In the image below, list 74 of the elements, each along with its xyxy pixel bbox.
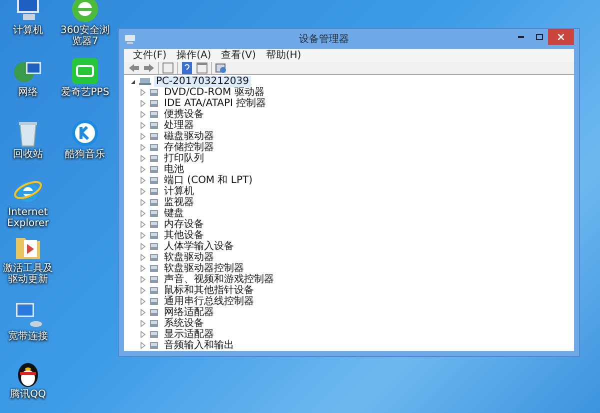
menu-item[interactable]: 文件(F): [128, 49, 172, 62]
desktop-icon-label[interactable]: 计算机: [0, 25, 56, 36]
expand-arrow-icon[interactable]: [140, 265, 146, 272]
tree-item[interactable]: PC-201703212039: [154, 76, 251, 87]
tree-item[interactable]: 便携设备: [162, 109, 206, 120]
expand-arrow-icon[interactable]: [140, 111, 146, 118]
tree-item[interactable]: 键盘: [162, 208, 186, 219]
expand-arrow-icon[interactable]: [140, 210, 146, 217]
tree-item[interactable]: 人体学输入设备: [162, 241, 236, 252]
tree-item[interactable]: DVD/CD-ROM 驱动器: [162, 87, 266, 98]
network-computer-icon: [13, 300, 43, 330]
tree-item[interactable]: 电池: [162, 164, 186, 175]
expand-arrow-icon[interactable]: [140, 342, 146, 349]
minimize-icon: [518, 36, 524, 38]
expand-arrow-icon[interactable]: [140, 122, 146, 129]
expand-arrow-icon[interactable]: [140, 188, 146, 195]
tree-item[interactable]: 计算机: [162, 186, 196, 197]
expand-arrow-icon[interactable]: [140, 331, 146, 338]
tree-item[interactable]: 声音、视频和游戏控制器: [162, 274, 276, 285]
expand-arrow-icon[interactable]: [140, 243, 146, 250]
expand-arrow-icon[interactable]: [140, 221, 146, 228]
tree-item[interactable]: 音频输入和输出: [162, 340, 236, 351]
properties-icon[interactable]: [162, 62, 174, 74]
tree-item[interactable]: 系统设备: [162, 318, 206, 329]
expand-arrow-icon[interactable]: [140, 144, 146, 151]
expand-arrow-icon[interactable]: [140, 177, 146, 184]
tree-item[interactable]: 其他设备: [162, 230, 206, 241]
help-icon[interactable]: [181, 62, 193, 74]
desktop-icon-label[interactable]: 网络: [0, 87, 56, 98]
window-icon[interactable]: [196, 62, 208, 74]
expand-arrow-icon[interactable]: [140, 199, 146, 206]
browser-icon: [70, 0, 100, 24]
collapse-arrow-icon[interactable]: [130, 78, 136, 84]
tree-item[interactable]: 显示适配器: [162, 329, 216, 340]
expand-arrow-icon[interactable]: [140, 287, 146, 294]
video-app-icon: [70, 56, 100, 86]
music-app-icon: [70, 118, 100, 148]
expand-arrow-icon[interactable]: [140, 100, 146, 107]
scan-icon[interactable]: [215, 62, 227, 74]
expand-arrow-icon[interactable]: [140, 309, 146, 316]
expand-arrow-icon[interactable]: [140, 254, 146, 261]
tree-item[interactable]: 打印队列: [162, 153, 206, 164]
expand-arrow-icon[interactable]: [140, 155, 146, 162]
tree-item[interactable]: 鼠标和其他指针设备: [162, 285, 256, 296]
forward-icon[interactable]: [143, 62, 155, 74]
menu-item[interactable]: 查看(V): [216, 49, 261, 62]
tree-item[interactable]: IDE ATA/ATAPI 控制器: [162, 98, 268, 109]
tree-item[interactable]: 监视器: [162, 197, 196, 208]
tree-item[interactable]: 网络适配器: [162, 307, 216, 318]
window-title: 设备管理器: [298, 33, 350, 46]
expand-arrow-icon[interactable]: [140, 298, 146, 305]
tree-item[interactable]: 端口 (COM 和 LPT): [162, 175, 255, 186]
close-button[interactable]: [548, 29, 574, 45]
computer-icon: [139, 77, 151, 86]
tree-item[interactable]: 内存设备: [162, 219, 206, 230]
maximize-icon: [536, 34, 542, 40]
expand-arrow-icon[interactable]: [140, 133, 146, 140]
computer-icon: [124, 34, 136, 44]
desktop-icon-label[interactable]: 360安全浏览器7: [57, 25, 113, 47]
tree-item[interactable]: 处理器: [162, 120, 196, 131]
expand-arrow-icon[interactable]: [140, 320, 146, 327]
back-icon[interactable]: [128, 62, 140, 74]
tree-item[interactable]: 磁盘驱动器: [162, 131, 216, 142]
tree-item[interactable]: 软盘驱动器: [162, 252, 216, 263]
close-icon: [558, 34, 564, 40]
tree-item[interactable]: 通用串行总线控制器: [162, 296, 256, 307]
expand-arrow-icon[interactable]: [140, 232, 146, 239]
menu-item[interactable]: 操作(A): [172, 49, 216, 62]
tree-item[interactable]: 软盘驱动器控制器: [162, 263, 246, 274]
tree-item[interactable]: 存储控制器: [162, 142, 216, 153]
expand-arrow-icon[interactable]: [140, 166, 146, 173]
menu-item[interactable]: 帮助(H): [260, 49, 306, 62]
expand-arrow-icon[interactable]: [140, 276, 146, 283]
expand-arrow-icon[interactable]: [140, 89, 146, 96]
